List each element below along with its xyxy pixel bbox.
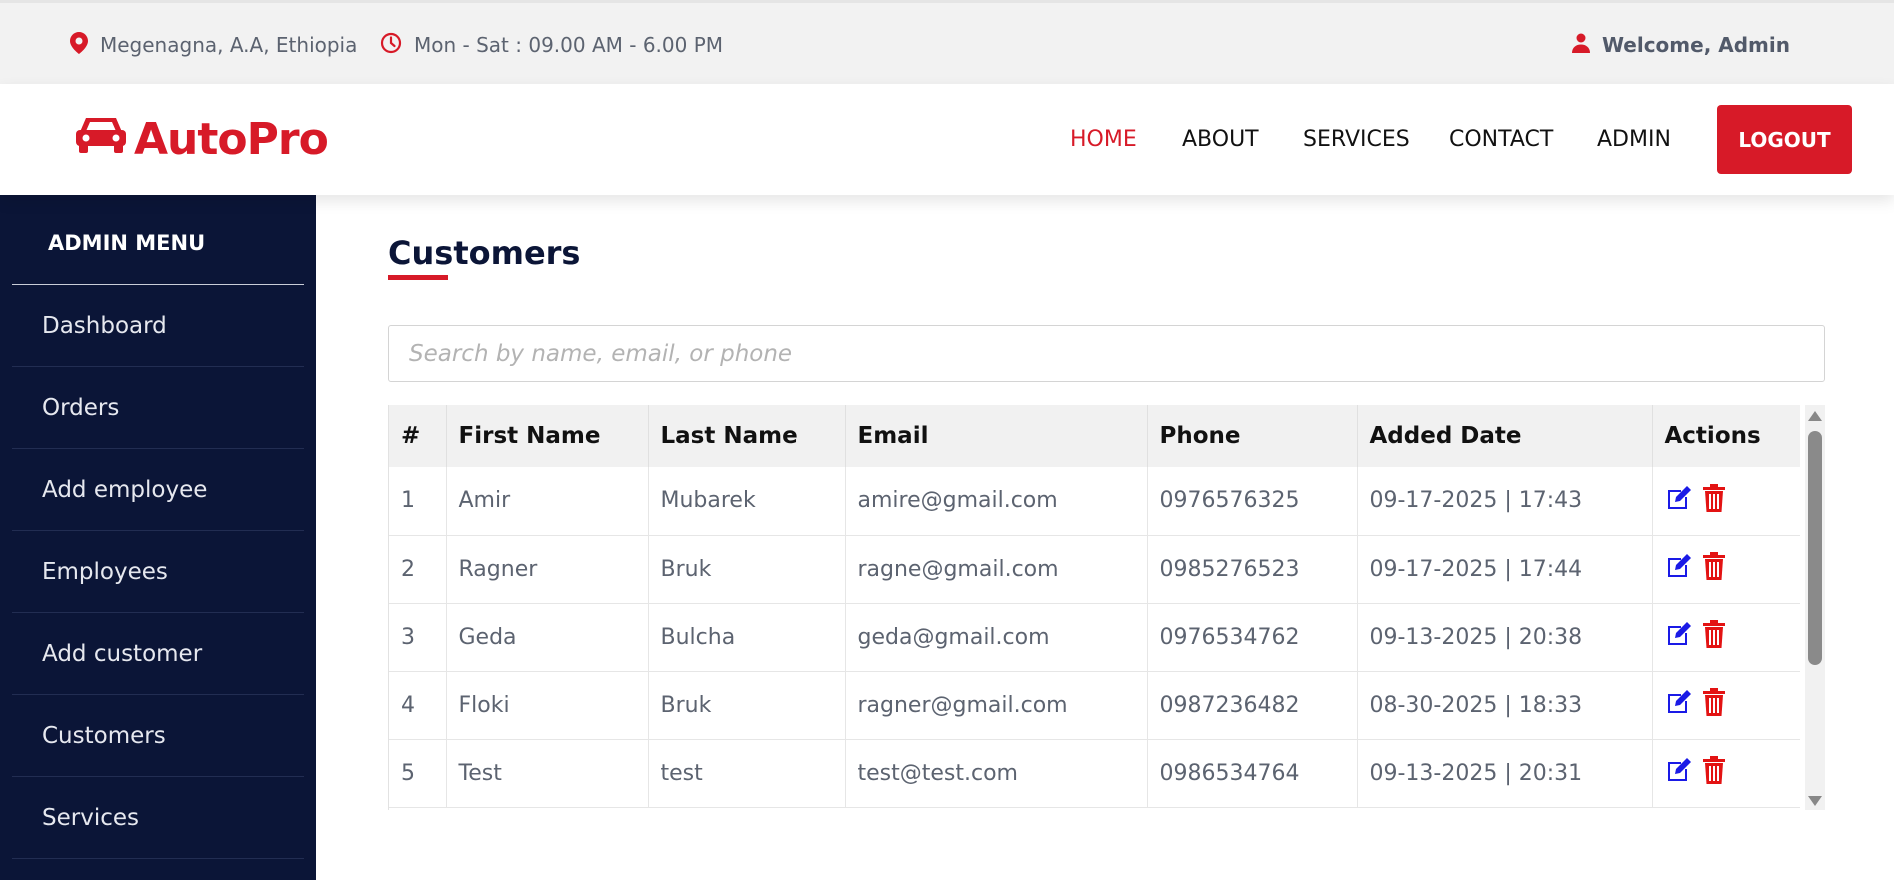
cell-last-name: Bulcha xyxy=(648,603,846,672)
cell-actions xyxy=(1652,535,1800,604)
trash-icon[interactable] xyxy=(1701,620,1727,654)
edit-icon[interactable] xyxy=(1665,552,1693,586)
trash-icon[interactable] xyxy=(1701,552,1727,586)
table-scrollbar[interactable] xyxy=(1805,405,1825,810)
admin-sidebar: ADMIN MENU Dashboard Orders Add employee… xyxy=(0,195,316,880)
cell-email: ragne@gmail.com xyxy=(845,535,1148,604)
scrollbar-thumb[interactable] xyxy=(1808,431,1822,665)
cell-actions xyxy=(1652,603,1800,672)
trash-icon[interactable] xyxy=(1701,756,1727,790)
customers-table-container: # First Name Last Name Email Phone Added… xyxy=(388,405,1800,810)
cell-actions xyxy=(1652,671,1800,740)
cell-number: 1 xyxy=(389,467,447,536)
location-text: Megenagna, A.A, Ethiopia xyxy=(100,33,358,57)
page-title: Customers xyxy=(388,234,581,272)
cell-last-name: Mubarek xyxy=(648,467,846,536)
cell-last-name: test xyxy=(648,739,846,808)
col-header-added-date[interactable]: Added Date xyxy=(1357,405,1653,467)
col-header-last-name[interactable]: Last Name xyxy=(648,405,846,467)
search-input[interactable] xyxy=(388,325,1825,382)
cell-phone: 0987236482 xyxy=(1147,671,1358,740)
table-header-row: # First Name Last Name Email Phone Added… xyxy=(389,405,1800,467)
cell-first-name: Geda xyxy=(446,603,649,672)
cell-first-name: Amir xyxy=(446,467,649,536)
cell-actions xyxy=(1652,739,1800,808)
trash-icon[interactable] xyxy=(1701,483,1727,518)
cell-last-name: Bruk xyxy=(648,671,846,740)
cell-phone: 0976534762 xyxy=(1147,603,1358,672)
scroll-up-arrow-icon[interactable] xyxy=(1808,411,1822,421)
nav-about[interactable]: ABOUT xyxy=(1182,127,1259,152)
trash-icon[interactable] xyxy=(1701,688,1727,722)
edit-icon[interactable] xyxy=(1665,688,1693,722)
sidebar-item-add-employee[interactable]: Add employee xyxy=(12,449,304,531)
table-row: 2 Ragner Bruk ragne@gmail.com 0985276523… xyxy=(389,535,1800,604)
logout-button[interactable]: LOGOUT xyxy=(1717,105,1852,174)
sidebar-item-services[interactable]: Services xyxy=(12,777,304,859)
nav-contact[interactable]: CONTACT xyxy=(1449,127,1553,152)
cell-number: 2 xyxy=(389,535,447,604)
nav-home[interactable]: HOME xyxy=(1070,127,1137,152)
edit-icon[interactable] xyxy=(1665,484,1693,518)
cell-phone: 0986534764 xyxy=(1147,739,1358,808)
cell-number: 5 xyxy=(389,739,447,808)
cell-actions xyxy=(1652,467,1800,536)
cell-email: ragner@gmail.com xyxy=(845,671,1148,740)
sidebar-item-employees[interactable]: Employees xyxy=(12,531,304,613)
cell-first-name: Ragner xyxy=(446,535,649,604)
main-header: AutoPro HOME ABOUT SERVICES CONTACT ADMI… xyxy=(0,84,1894,195)
cell-phone: 0976576325 xyxy=(1147,467,1358,536)
car-icon xyxy=(76,114,134,165)
admin-menu-title: ADMIN MENU xyxy=(48,231,206,255)
welcome-info: Welcome, Admin xyxy=(1571,3,1790,87)
sidebar-item-orders[interactable]: Orders xyxy=(12,367,304,449)
col-header-email[interactable]: Email xyxy=(845,405,1148,467)
col-header-phone[interactable]: Phone xyxy=(1147,405,1358,467)
table-row: 3 Geda Bulcha geda@gmail.com 0976534762 … xyxy=(389,603,1800,672)
location-info: Megenagna, A.A, Ethiopia xyxy=(70,3,357,87)
cell-number: 3 xyxy=(389,603,447,672)
cell-phone: 0985276523 xyxy=(1147,535,1358,604)
map-pin-icon xyxy=(70,31,100,59)
cell-added-date: 09-13-2025 | 20:31 xyxy=(1357,739,1653,808)
nav-admin[interactable]: ADMIN xyxy=(1597,127,1671,152)
cell-email: geda@gmail.com xyxy=(845,603,1148,672)
col-header-actions: Actions xyxy=(1652,405,1800,467)
cell-first-name: Test xyxy=(446,739,649,808)
cell-added-date: 09-17-2025 | 17:44 xyxy=(1357,535,1653,604)
edit-icon[interactable] xyxy=(1665,620,1693,654)
hours-info: Mon - Sat : 09.00 AM - 6.00 PM xyxy=(380,3,723,87)
welcome-text: Welcome, Admin xyxy=(1601,33,1790,57)
scroll-down-arrow-icon[interactable] xyxy=(1808,796,1822,806)
cell-last-name: Bruk xyxy=(648,535,846,604)
sidebar-item-add-customer[interactable]: Add customer xyxy=(12,613,304,695)
table-row: 5 Test test test@test.com 0986534764 09-… xyxy=(389,739,1800,808)
sidebar-item-customers[interactable]: Customers xyxy=(12,695,304,777)
clock-icon xyxy=(380,32,414,59)
sidebar-item-dashboard[interactable]: Dashboard xyxy=(12,285,304,367)
top-info-bar: Megenagna, A.A, Ethiopia Mon - Sat : 09.… xyxy=(0,0,1894,84)
cell-added-date: 08-30-2025 | 18:33 xyxy=(1357,671,1653,740)
cell-first-name: Floki xyxy=(446,671,649,740)
nav-services[interactable]: SERVICES xyxy=(1303,127,1410,152)
cell-number: 4 xyxy=(389,671,447,740)
cell-added-date: 09-13-2025 | 20:38 xyxy=(1357,603,1653,672)
edit-icon[interactable] xyxy=(1665,756,1693,790)
hours-text: Mon - Sat : 09.00 AM - 6.00 PM xyxy=(414,33,724,57)
cell-email: test@test.com xyxy=(845,739,1148,808)
table-row: 4 Floki Bruk ragner@gmail.com 0987236482… xyxy=(389,671,1800,740)
brand-logo[interactable]: AutoPro xyxy=(76,84,329,195)
table-row: 1 Amir Mubarek amire@gmail.com 097657632… xyxy=(389,467,1800,536)
user-icon xyxy=(1571,33,1602,58)
col-header-first-name[interactable]: First Name xyxy=(446,405,649,467)
title-underline xyxy=(388,275,448,280)
col-header-number[interactable]: # xyxy=(389,405,447,467)
brand-name: AutoPro xyxy=(134,114,329,165)
customers-table: # First Name Last Name Email Phone Added… xyxy=(389,405,1800,808)
cell-email: amire@gmail.com xyxy=(845,467,1148,536)
cell-added-date: 09-17-2025 | 17:43 xyxy=(1357,467,1653,536)
